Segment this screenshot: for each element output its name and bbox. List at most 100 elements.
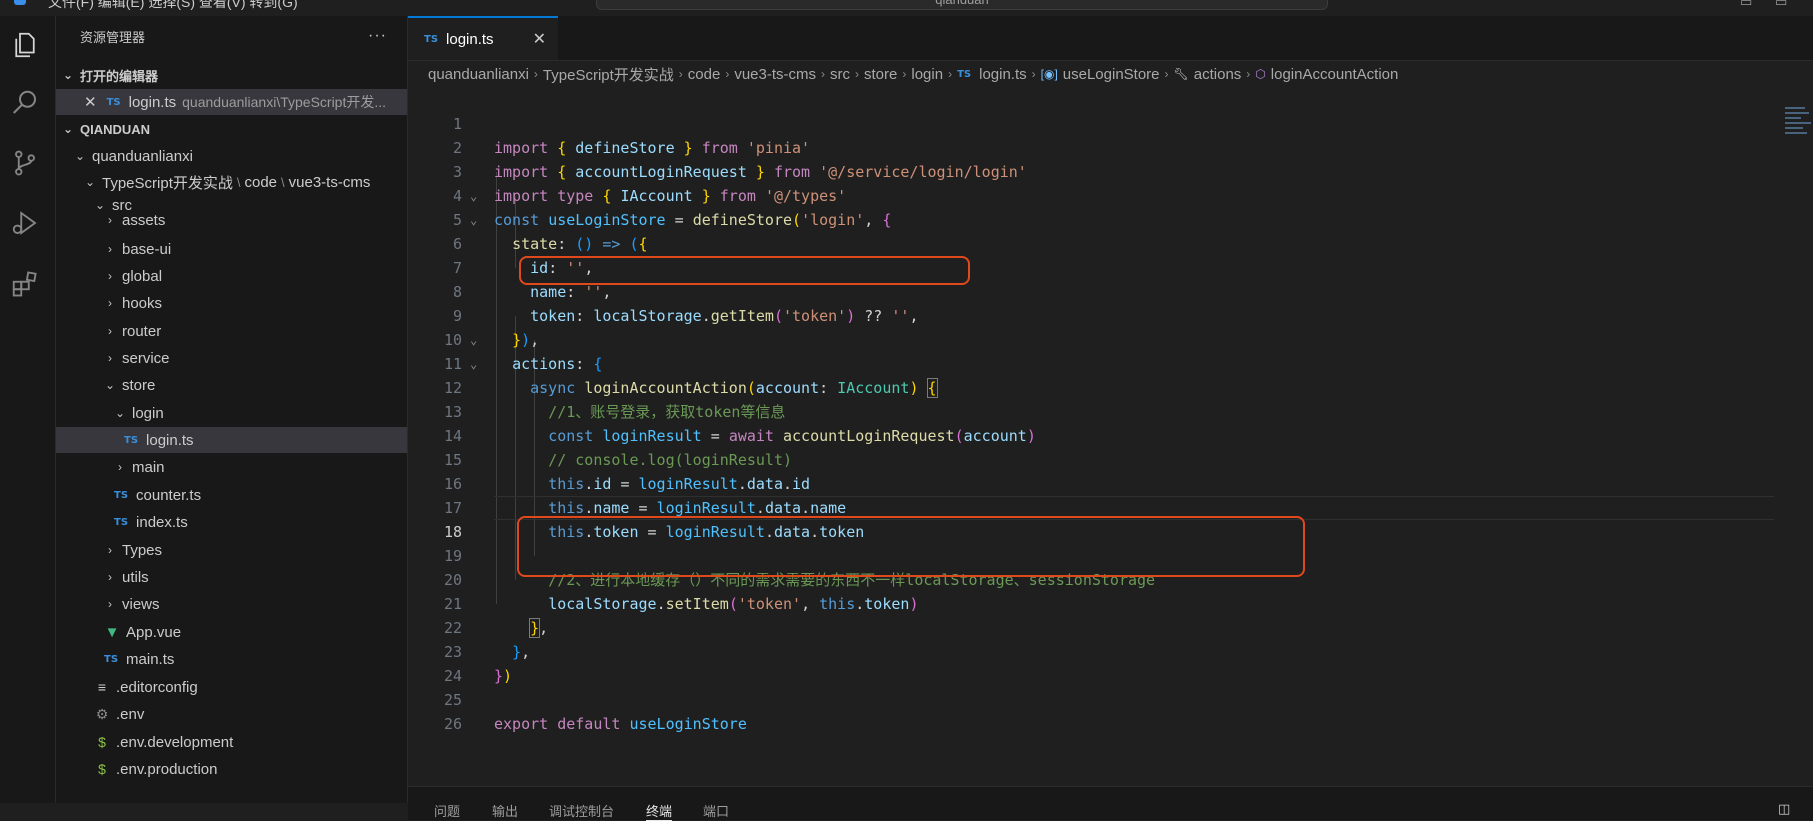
chevron-right-icon: › bbox=[855, 67, 860, 81]
typescript-file-icon: TS bbox=[424, 33, 439, 45]
breadcrumb-item[interactable]: src bbox=[830, 66, 850, 83]
chevron-right-icon: › bbox=[108, 543, 112, 557]
close-icon[interactable]: ✕ bbox=[84, 93, 97, 111]
file-app-vue[interactable]: ▼ App.vue bbox=[56, 619, 407, 645]
tab-debug-console[interactable]: 调试控制台 bbox=[549, 801, 614, 820]
chevron-right-icon: › bbox=[108, 242, 112, 256]
typescript-file-icon: TS bbox=[106, 96, 121, 108]
folder-main[interactable]: › main bbox=[56, 454, 407, 480]
command-center[interactable]: qianduan bbox=[596, 0, 1328, 10]
file-env-production[interactable]: $ .env.production bbox=[56, 756, 407, 782]
open-editor-item[interactable]: ✕ TS login.ts quanduanlianxi\TypeScript开… bbox=[56, 89, 407, 115]
code-line: 1 import { defineStore } from 'pinia' bbox=[452, 115, 811, 157]
explorer-sidebar: 资源管理器 ··· ⌄ 打开的编辑器 ✕ TS login.ts quandua… bbox=[56, 16, 408, 803]
chevron-right-icon: › bbox=[902, 67, 907, 81]
vscode-logo-icon bbox=[14, 0, 26, 5]
folder-base-ui[interactable]: › base-ui bbox=[56, 236, 407, 262]
open-editors-section[interactable]: ⌄ 打开的编辑器 bbox=[56, 62, 407, 88]
explorer-title: 资源管理器 bbox=[80, 29, 146, 45]
wrench-icon: 🔧︎ bbox=[1173, 67, 1189, 81]
typescript-file-icon: TS bbox=[957, 68, 972, 80]
file-login-ts[interactable]: TS login.ts bbox=[56, 427, 407, 453]
chevron-right-icon: › bbox=[1031, 67, 1036, 81]
tab-output[interactable]: 输出 bbox=[492, 801, 518, 820]
folder-compact-path[interactable]: ⌄ TypeScript开发实战 \ code \ vue3-ts-cms bbox=[56, 169, 407, 195]
layout-icon[interactable]: ▭ bbox=[1740, 0, 1752, 10]
chevron-right-icon: › bbox=[108, 269, 112, 283]
folder-views[interactable]: › views bbox=[56, 591, 407, 617]
breadcrumb-item[interactable]: vue3-ts-cms bbox=[734, 66, 816, 83]
chevron-right-icon: › bbox=[118, 460, 122, 474]
breadcrumb-item[interactable]: login bbox=[911, 66, 943, 83]
folder-utils[interactable]: › utils bbox=[56, 564, 407, 590]
tab-login-ts[interactable]: TS login.ts ✕ bbox=[408, 16, 558, 60]
breadcrumb-item[interactable]: TypeScript开发实战 bbox=[543, 64, 674, 85]
panel-tab-bar: 问题 输出 调试控制台 终端 端口 ◫ bbox=[408, 786, 1813, 821]
file-index-ts[interactable]: TS index.ts bbox=[56, 509, 407, 535]
tab-terminal[interactable]: 终端 bbox=[646, 801, 673, 821]
breadcrumb-item[interactable]: quanduanlianxi bbox=[428, 66, 529, 83]
source-control-icon[interactable] bbox=[8, 146, 42, 180]
tab-problems[interactable]: 问题 bbox=[434, 801, 460, 820]
chevron-right-icon: › bbox=[948, 67, 953, 81]
tab-bar: TS login.ts ✕ bbox=[408, 16, 1813, 61]
run-debug-icon[interactable] bbox=[8, 206, 42, 240]
split-panel-icon[interactable]: ◫ bbox=[1778, 801, 1790, 817]
chevron-down-icon: ⌄ bbox=[84, 175, 96, 189]
folder-login[interactable]: ⌄ login bbox=[56, 400, 407, 426]
code-line: 2 import { accountLoginRequest } from '@… bbox=[452, 139, 1027, 181]
breadcrumb: quanduanlianxi › TypeScript开发实战 › code › vu… bbox=[428, 62, 1398, 86]
code-line: 23 }) bbox=[443, 643, 513, 685]
chevron-down-icon: ⌄ bbox=[62, 68, 74, 82]
folder-global[interactable]: › global bbox=[56, 263, 407, 289]
title-bar: 文件(F) 编辑(E) 选择(S) 查看(V) 转到(G) qianduan ▭… bbox=[0, 0, 1813, 16]
breadcrumb-item[interactable]: loginAccountAction bbox=[1271, 66, 1399, 83]
file-env[interactable]: ⚙ .env bbox=[56, 701, 407, 727]
close-icon[interactable]: ✕ bbox=[533, 29, 546, 49]
file-env-development[interactable]: $ .env.development bbox=[56, 729, 407, 755]
chevron-right-icon: › bbox=[108, 213, 112, 227]
code-line: 22 }, bbox=[443, 619, 531, 661]
file-counter-ts[interactable]: TS counter.ts bbox=[56, 482, 407, 508]
file-editorconfig[interactable]: ≡ .editorconfig bbox=[56, 674, 407, 700]
folder-store[interactable]: ⌄ store bbox=[56, 372, 407, 398]
code-line: 11 ⌄ async loginAccountAction(account: IA… bbox=[408, 328, 1778, 398]
chevron-right-icon: › bbox=[821, 67, 826, 81]
breadcrumb-item[interactable]: store bbox=[864, 66, 897, 83]
method-cube-icon: ⬡ bbox=[1255, 67, 1266, 81]
typescript-file-icon: TS bbox=[114, 489, 129, 501]
folder-assets[interactable]: › assets bbox=[56, 211, 407, 229]
chevron-right-icon: › bbox=[1246, 67, 1251, 81]
breadcrumb-item[interactable]: useLoginStore bbox=[1063, 66, 1160, 83]
code-line: 4 ⌄ const useLoginStore = defineStore('lo… bbox=[408, 160, 1778, 229]
folder-router[interactable]: › router bbox=[56, 318, 407, 344]
chevron-right-icon: › bbox=[108, 351, 112, 365]
explorer-icon[interactable] bbox=[8, 28, 42, 62]
chevron-down-icon: ⌄ bbox=[62, 122, 74, 136]
minimap[interactable] bbox=[1783, 104, 1813, 164]
typescript-file-icon: TS bbox=[104, 653, 119, 665]
code-line: 6 id: '', bbox=[452, 235, 594, 277]
more-actions-icon[interactable]: ··· bbox=[368, 27, 387, 45]
breadcrumb-item[interactable]: actions bbox=[1194, 66, 1242, 83]
explorer-header: 资源管理器 ··· bbox=[56, 16, 407, 56]
folder-quanduanlianxi[interactable]: ⌄ quanduanlianxi bbox=[56, 143, 407, 169]
search-icon[interactable] bbox=[8, 86, 42, 120]
activity-bar bbox=[0, 16, 56, 803]
menu-bar[interactable]: 文件(F) 编辑(E) 选择(S) 查看(V) 转到(G) bbox=[48, 0, 298, 12]
code-line: 26 bbox=[443, 715, 462, 733]
breadcrumb-item[interactable]: code bbox=[688, 66, 721, 83]
tab-ports[interactable]: 端口 bbox=[703, 801, 729, 820]
file-main-ts[interactable]: TS main.ts bbox=[56, 646, 407, 672]
extensions-icon[interactable] bbox=[8, 266, 42, 300]
chevron-down-icon: ⌄ bbox=[94, 198, 106, 212]
folder-types[interactable]: › Types bbox=[56, 537, 407, 563]
workspace-root-section[interactable]: ⌄ QIANDUAN bbox=[56, 116, 407, 142]
folder-hooks[interactable]: › hooks bbox=[56, 290, 407, 316]
folder-service[interactable]: › service bbox=[56, 345, 407, 371]
code-line: 24 bbox=[443, 667, 462, 685]
window-control-icon[interactable]: ▭ bbox=[1775, 0, 1787, 10]
code-line: 17 this.token = loginResult.data.token bbox=[443, 499, 865, 541]
breadcrumb-item[interactable]: login.ts bbox=[979, 66, 1027, 83]
code-line: 12 //1、账号登录，获取token等信息 bbox=[443, 379, 786, 421]
